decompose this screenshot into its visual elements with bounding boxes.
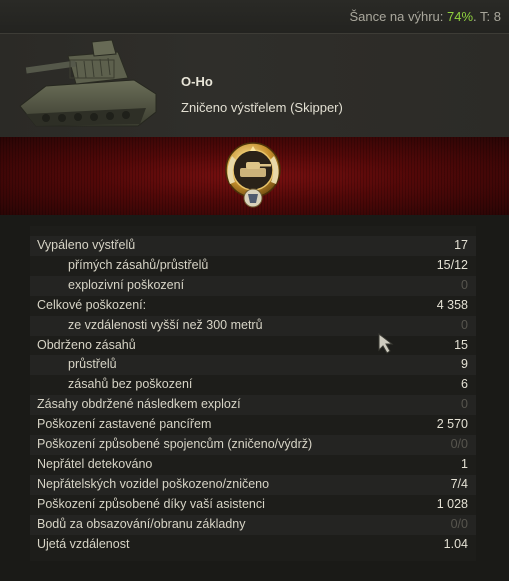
stat-label: explozivní poškození [68,277,185,292]
stat-value: 1 028 [436,496,468,511]
stat-label: Vypáleno výstřelů [37,238,136,252]
stat-row: Vypáleno výstřelů 17 [30,236,476,256]
stat-value: 0 [461,317,468,332]
top-bar: Šance na výhru: 74%. T: 8 [0,0,509,33]
win-chance-value: 74% [447,9,474,24]
stat-label: Poškození způsobené spojencům (zničeno/v… [37,437,313,451]
stat-row: přímých zásahů/průstřelů 15/12 [30,256,476,276]
stat-row: Zásahy obdržené následkem explozí 0 [30,395,476,415]
vehicle-header: O-Ho Zničeno výstřelem (Skipper) [0,33,509,138]
stat-row: explozivní poškození 0 [30,276,476,296]
tank-image [19,39,157,127]
stat-value: 2 570 [436,417,468,432]
stat-row: Nepřátel detekováno 1 [30,455,476,475]
stat-label: Bodů za obsazování/obranu základny [37,516,246,531]
stat-value: 0/0 [450,516,468,531]
stat-label: Ujetá vzdálenost [37,536,130,551]
stat-label: Zásahy obdržené následkem explozí [37,397,241,412]
stats-table: Vypáleno výstřelů 17 přímých zásahů/průstř… [30,226,476,561]
stat-value: 17 [454,238,468,252]
stat-label: Poškození zastavené pancířem [37,417,212,432]
stat-value: 9 [461,357,468,372]
stat-label: Obdrženo zásahů [37,337,136,352]
death-reason: Zničeno výstřelem (Skipper) [181,100,343,115]
stat-row: Poškození zastavené pancířem 2 570 [30,415,476,435]
win-chance-label: Šance na výhru: [349,9,444,24]
stat-label: ze vzdálenosti vyšší než 300 metrů [68,317,263,332]
stat-value: 1.04 [443,536,468,551]
stat-value: 4 358 [436,297,468,312]
vehicle-name: O-Ho [181,74,213,89]
stat-value: 15 [454,337,468,352]
stat-row: ze vzdálenosti vyšší než 300 metrů 0 [30,316,476,336]
mouse-cursor-icon [378,332,394,354]
stat-row: Celkové poškození: 4 358 [30,296,476,316]
stat-row: zásahů bez poškození 6 [30,375,476,395]
stat-row: Poškození způsobené spojencům (zničeno/v… [30,435,476,455]
tier-label: . T: 8 [473,9,501,24]
stat-label: Nepřátelských vozidel poškozeno/zničeno [37,476,270,491]
stat-label: Poškození způsobené díky vaší asistenci [37,496,265,511]
stat-label: zásahů bez poškození [68,377,193,392]
stat-label: Nepřátel detekováno [37,456,153,471]
stat-value: 6 [461,377,468,392]
stat-value: 0/0 [450,437,468,451]
stat-row: Poškození způsobené díky vaší asistenci 1… [30,495,476,515]
stat-value: 0 [461,277,468,292]
stat-value: 15/12 [436,257,468,272]
tank-medal-icon[interactable] [222,140,284,212]
achievement-banner [0,137,509,215]
stat-row: průstřelů 9 [30,355,476,375]
stat-label: průstřelů [68,357,117,372]
stat-label: Celkové poškození: [37,297,147,312]
stat-row: Obdrženo zásahů 15 [30,336,476,356]
stat-value: 7/4 [450,476,468,491]
win-chance: Šance na výhru: 74%. T: 8 [349,9,501,24]
stat-row: Ujetá vzdálenost 1.04 [30,535,476,555]
stat-row: Nepřátelských vozidel poškozeno/zničeno 7… [30,475,476,495]
stat-value: 1 [461,456,468,471]
stat-row: Bodů za obsazování/obranu základny 0/0 [30,515,476,535]
stat-value: 0 [461,397,468,412]
stat-label: přímých zásahů/průstřelů [68,257,209,272]
